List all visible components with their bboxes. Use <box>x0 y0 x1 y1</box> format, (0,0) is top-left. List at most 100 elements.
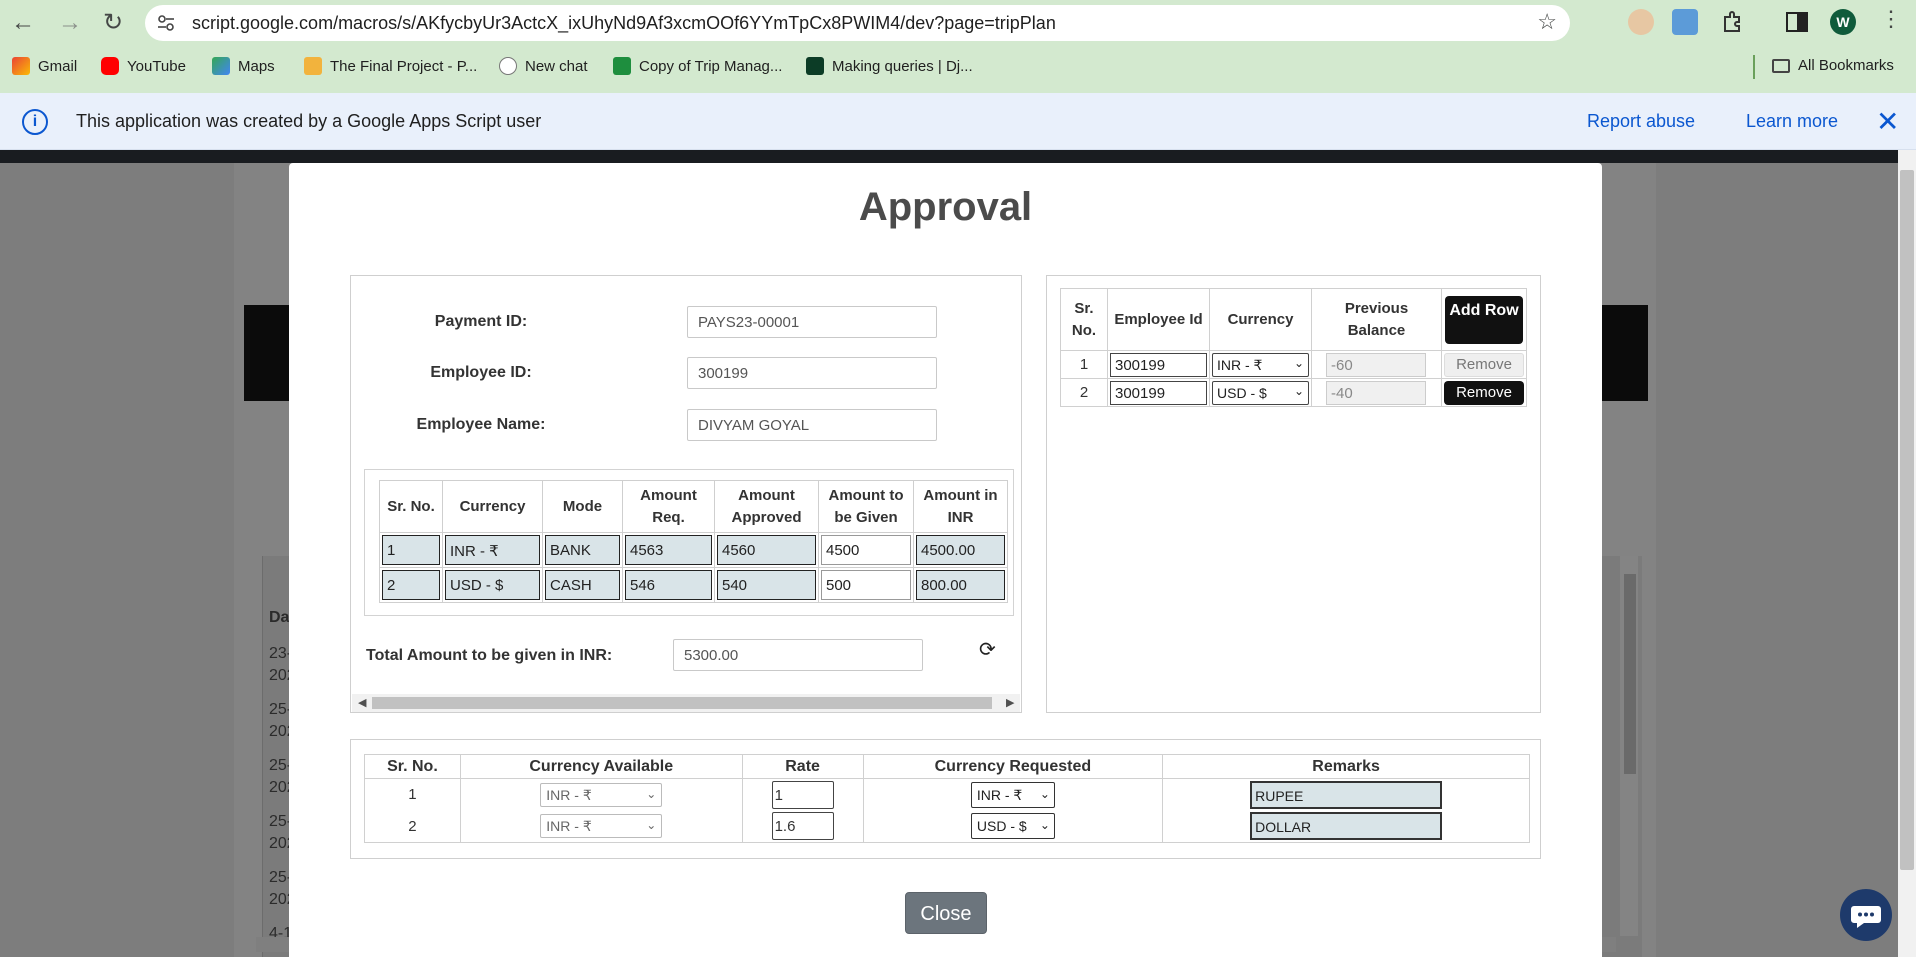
column-header: Amount to be Given <box>818 480 914 533</box>
currency-available-select[interactable]: INR - ₹ ⌄ <box>540 814 663 839</box>
close-button[interactable]: Close <box>905 892 987 934</box>
horizontal-scrollbar[interactable]: ◀ ▶ <box>352 694 1020 712</box>
currency-cell: USD - $ <box>445 570 540 600</box>
table-cell: -40 <box>1311 378 1442 407</box>
menu-kebab-icon[interactable]: ⋮ <box>1880 6 1902 32</box>
amount-req-cell: 4563 <box>625 535 712 565</box>
currency-requested-select[interactable]: USD - $ ⌄ <box>970 813 1055 840</box>
currency-requested-select[interactable]: INR - ₹ ⌄ <box>970 781 1055 808</box>
bookmark-maps[interactable]: Maps <box>212 57 275 75</box>
payment-table-container: Sr. No. Currency Mode Amount Req. Amount… <box>364 469 1014 616</box>
bookmark-django[interactable]: Making queries | Dj... <box>806 57 973 75</box>
currency-rate-panel: Sr. No. Currency Available Rate Currency… <box>350 739 1541 859</box>
scrollbar-thumb[interactable] <box>372 697 992 709</box>
table-cell: 540 <box>714 567 819 603</box>
table-cell: INR - ₹ ⌄ <box>862 778 1164 811</box>
select-value: USD - $ <box>1217 384 1267 401</box>
table-cell: 4500 <box>818 532 914 568</box>
table-cell: Remove <box>1441 350 1527 379</box>
table-cell: 300199 <box>1107 350 1210 379</box>
chevron-down-icon: ⌄ <box>1039 786 1050 801</box>
forward-icon[interactable]: → <box>55 8 85 38</box>
table-header-row: Sr. No. Employee Id Currency Previous Ba… <box>1060 288 1527 351</box>
bookmark-new-chat[interactable]: New chat <box>499 57 588 75</box>
scroll-left-icon[interactable]: ◀ <box>358 696 366 709</box>
chevron-down-icon: ⌄ <box>646 818 657 833</box>
bookmark-label: Copy of Trip Manag... <box>639 57 783 75</box>
browser-toolbar: ← → ↻ script.google.com/macros/s/AKfycby… <box>0 0 1916 93</box>
amount-to-give-input[interactable]: 4500 <box>821 535 911 565</box>
employee-name-field[interactable]: DIVYAM GOYAL <box>687 409 937 441</box>
table-cell: INR - ₹ <box>442 532 543 568</box>
remarks-field[interactable]: RUPEE <box>1250 780 1443 809</box>
bookmark-youtube[interactable]: YouTube <box>101 57 186 75</box>
bookmarks-divider <box>1753 55 1755 79</box>
url-text: script.google.com/macros/s/AKfycbyUr3Act… <box>192 13 1056 33</box>
refresh-icon[interactable]: ⟳ <box>979 637 996 662</box>
folder-icon <box>1772 58 1790 73</box>
table-cell: CASH <box>542 567 623 603</box>
column-header: Amount Req. <box>622 480 715 533</box>
extension-icon[interactable] <box>1672 9 1698 35</box>
remove-button[interactable]: Remove <box>1444 380 1524 405</box>
employee-id-input[interactable]: 300199 <box>1110 380 1207 405</box>
scroll-right-icon[interactable]: ▶ <box>1006 696 1014 709</box>
rate-input[interactable]: 1 <box>771 780 834 809</box>
close-icon[interactable]: ✕ <box>1876 105 1899 138</box>
amount-to-give-input[interactable]: 500 <box>821 570 911 600</box>
info-icon: i <box>22 109 48 135</box>
side-panel-icon[interactable] <box>1784 9 1810 35</box>
table-cell: 2 <box>379 567 443 603</box>
remove-button[interactable]: Remove <box>1444 352 1524 377</box>
back-icon[interactable]: ← <box>8 8 38 38</box>
amount-approved-cell: 540 <box>717 570 816 600</box>
extension-icon[interactable] <box>1628 9 1654 35</box>
currency-select[interactable]: USD - $ ⌄ <box>1212 380 1309 405</box>
payment-id-field[interactable]: PAYS23-00001 <box>687 306 937 338</box>
bookmark-gmail[interactable]: Gmail <box>12 57 77 75</box>
remarks-field[interactable]: DOLLAR <box>1250 812 1443 841</box>
table-cell: 4560 <box>714 532 819 568</box>
table-cell: -60 <box>1311 350 1442 379</box>
column-header: Mode <box>542 480 623 533</box>
table-row: 1 INR - ₹ ⌄ 1 INR - ₹ ⌄ RUPEE <box>364 778 1530 811</box>
table-cell: USD - $ ⌄ <box>1209 378 1312 407</box>
table-cell: 1 <box>379 532 443 568</box>
sheets-icon <box>613 57 631 75</box>
profile-avatar[interactable]: W <box>1830 9 1856 35</box>
reload-icon[interactable]: ↻ <box>98 8 128 38</box>
chevron-down-icon: ⌄ <box>1293 383 1304 398</box>
total-amount-field[interactable]: 5300.00 <box>673 639 923 671</box>
bookmark-trip-manager[interactable]: Copy of Trip Manag... <box>613 57 782 75</box>
report-abuse-link[interactable]: Report abuse <box>1587 111 1695 132</box>
bookmark-label: The Final Project - P... <box>330 57 478 75</box>
add-row-button[interactable]: Add Row <box>1445 295 1523 344</box>
chat-button[interactable] <box>1840 889 1892 941</box>
table-cell: Remove <box>1441 378 1527 407</box>
employee-id-input[interactable]: 300199 <box>1110 352 1207 377</box>
address-bar[interactable]: script.google.com/macros/s/AKfycbyUr3Act… <box>145 5 1570 41</box>
currency-available-select[interactable]: INR - ₹ ⌄ <box>540 782 663 807</box>
employee-id-field[interactable]: 300199 <box>687 357 937 389</box>
table-cell: 1 <box>741 778 864 811</box>
sr-no-cell: 1 <box>382 535 440 565</box>
bookmark-final-project[interactable]: The Final Project - P... <box>304 57 477 75</box>
payment-panel: Payment ID: PAYS23-00001 Employee ID: 30… <box>350 275 1022 713</box>
select-value: USD - $ <box>976 818 1027 835</box>
window-scrollbar-thumb[interactable] <box>1900 170 1914 870</box>
table-header-row: Sr. No. Currency Mode Amount Req. Amount… <box>379 480 1008 533</box>
modal-title: Approval <box>858 185 1033 229</box>
bookmark-label: Gmail <box>38 57 78 75</box>
currency-select[interactable]: INR - ₹ ⌄ <box>1212 352 1309 377</box>
extensions-puzzle-icon[interactable] <box>1720 9 1746 35</box>
bookmark-star-icon[interactable]: ☆ <box>1537 9 1557 35</box>
site-info-icon[interactable] <box>157 14 175 32</box>
learn-more-link[interactable]: Learn more <box>1746 111 1838 132</box>
chevron-down-icon: ⌄ <box>1293 355 1304 370</box>
rate-input[interactable]: 1.6 <box>771 812 834 841</box>
infobar-message: This application was created by a Google… <box>76 111 542 131</box>
chatgpt-icon <box>499 57 517 75</box>
table-cell: DOLLAR <box>1162 810 1530 843</box>
total-amount-label: Total Amount to be given in INR: <box>366 647 613 664</box>
all-bookmarks[interactable]: All Bookmarks <box>1772 57 1894 74</box>
